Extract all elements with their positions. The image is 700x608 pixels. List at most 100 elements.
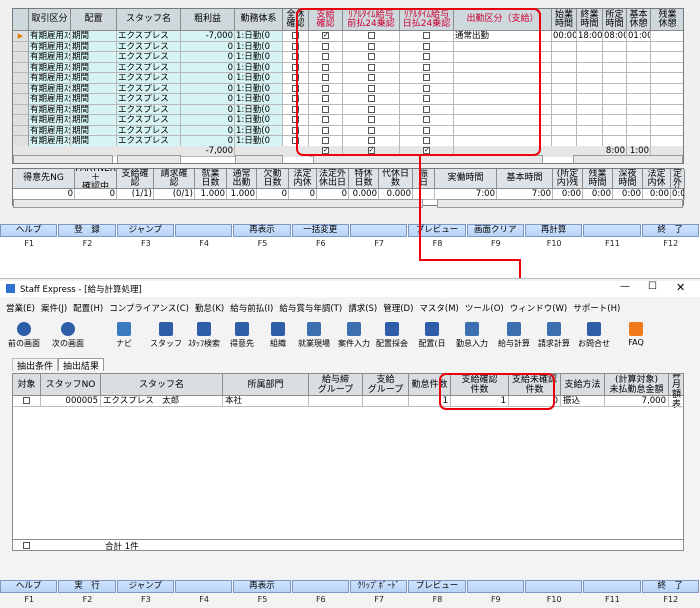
kinmu-cell[interactable]: 1:日勤(0: [235, 52, 283, 63]
pay-group-cell[interactable]: [309, 396, 363, 407]
haichi-cell[interactable]: 期間: [71, 62, 117, 73]
menu-item[interactable]: ツール(O): [465, 304, 504, 314]
kinmu-cell[interactable]: 1:日勤(0: [235, 83, 283, 94]
shotei-cell[interactable]: [603, 136, 627, 147]
minimize-icon[interactable]: —: [620, 281, 630, 292]
toolbar-button[interactable]: ナビ: [104, 322, 144, 349]
toolbar-button[interactable]: 前の画面: [4, 322, 44, 349]
toolbar-button[interactable]: 次の画面: [48, 322, 88, 349]
shotei-cell[interactable]: [603, 94, 627, 105]
shotei-cell[interactable]: [603, 73, 627, 84]
haichi-cell[interactable]: 期間: [71, 125, 117, 136]
bottom-fkey-f5-button[interactable]: 再表示: [233, 580, 291, 593]
shigyo-cell[interactable]: [552, 136, 577, 147]
torihiki-cell[interactable]: 有期雇用ｽﾀ: [29, 31, 71, 42]
zangyo-cell[interactable]: [651, 31, 683, 42]
torihiki-cell[interactable]: 有期雇用ｽﾀ: [29, 41, 71, 52]
staff-name-cell[interactable]: エクスプレス: [117, 41, 181, 52]
torihiki-cell[interactable]: 有期雇用ｽﾀ: [29, 94, 71, 105]
zangyo-cell[interactable]: [651, 63, 683, 73]
staff-name-cell[interactable]: エクスプレス: [117, 94, 181, 105]
bottom-fkey-f2-button[interactable]: 実 行: [58, 580, 116, 593]
zangyo-cell[interactable]: [651, 42, 683, 52]
staff-name-cell[interactable]: エクスプレス: [117, 62, 181, 73]
payment-group-cell[interactable]: [363, 396, 409, 407]
shotei-cell[interactable]: [603, 104, 627, 115]
shigyo-cell[interactable]: [552, 104, 577, 115]
shotei-cell[interactable]: 08:00: [603, 31, 627, 42]
bottom-fkey-f1-button[interactable]: ヘルプ: [0, 580, 58, 593]
top-fkey-f11-button[interactable]: [583, 224, 641, 237]
tab-extract-results[interactable]: 抽出結果: [58, 358, 105, 372]
top-fkey-f6-button[interactable]: 一括変更: [291, 224, 349, 237]
haichi-cell[interactable]: 期間: [71, 73, 117, 84]
arari-cell[interactable]: -7,000: [181, 31, 235, 42]
zangyo-cell[interactable]: [651, 94, 683, 105]
toolbar-button[interactable]: スタッフ: [146, 322, 186, 349]
bottom-fkey-f8-button[interactable]: プレビュー: [408, 580, 466, 593]
torihiki-cell[interactable]: 有期雇用ｽﾀ: [29, 125, 71, 136]
bottom-fkey-f11-button[interactable]: [583, 580, 641, 593]
arari-cell[interactable]: 0: [181, 41, 235, 52]
kihon-cell[interactable]: 01:00: [627, 31, 651, 42]
shugyo-cell[interactable]: [577, 125, 603, 136]
arari-cell[interactable]: 0: [181, 125, 235, 136]
zangyo-cell[interactable]: [651, 105, 683, 115]
maximize-icon[interactable]: ☐: [648, 281, 657, 292]
summary-scrollbar-left[interactable]: [13, 199, 423, 208]
bottom-fkey-f4-button[interactable]: [174, 580, 233, 593]
torihiki-cell[interactable]: 有期雇用ｽﾀ: [29, 115, 71, 126]
payment-method-cell[interactable]: 振込: [561, 396, 605, 407]
horizontal-scrollbar[interactable]: [235, 155, 283, 163]
bottom-fkey-f9-button[interactable]: [466, 580, 524, 593]
top-fkey-f12-button[interactable]: 終 了: [641, 224, 699, 237]
bottom-fkey-f3-button[interactable]: ジャンプ: [116, 580, 174, 593]
row-selector[interactable]: [13, 115, 29, 126]
row-selector[interactable]: [13, 136, 29, 147]
kinmu-cell[interactable]: 1:日勤(0: [235, 136, 283, 147]
top-fkey-f10-button[interactable]: 再計算: [524, 224, 583, 237]
shugyo-cell[interactable]: [577, 115, 603, 126]
row-selector[interactable]: [13, 125, 29, 136]
shigyo-cell[interactable]: 00:00: [552, 31, 577, 42]
menu-item[interactable]: ウィンドウ(W): [510, 304, 568, 314]
toolbar-button[interactable]: 請求計算: [534, 322, 574, 349]
toolbar-button[interactable]: 組織: [258, 322, 298, 349]
kihon-cell[interactable]: [627, 104, 651, 115]
shugyo-cell[interactable]: [577, 52, 603, 63]
arari-cell[interactable]: 0: [181, 136, 235, 147]
bottom-fkey-f12-button[interactable]: 終 了: [641, 580, 699, 593]
staff-name-cell[interactable]: エクスプレス: [117, 136, 181, 147]
menu-item[interactable]: 給与賞与年調(T): [279, 304, 342, 314]
shugyo-cell[interactable]: [577, 94, 603, 105]
shugyo-cell[interactable]: [577, 104, 603, 115]
staff-name-cell[interactable]: エクスプレス: [117, 52, 181, 63]
kihon-cell[interactable]: [627, 125, 651, 136]
top-fkey-f5-button[interactable]: 再表示: [233, 224, 291, 237]
top-fkey-f7-button[interactable]: [349, 224, 408, 237]
shugyo-cell[interactable]: [577, 136, 603, 147]
horizontal-scrollbar[interactable]: [573, 155, 683, 163]
haichi-cell[interactable]: 期間: [71, 104, 117, 115]
kinmu-cell[interactable]: 1:日勤(0: [235, 31, 283, 42]
haichi-cell[interactable]: 期間: [71, 41, 117, 52]
shigyo-cell[interactable]: [552, 83, 577, 94]
torihiki-cell[interactable]: 有期雇用ｽﾀ: [29, 73, 71, 84]
zangyo-cell[interactable]: [651, 52, 683, 63]
toolbar-button[interactable]: 勤怠入力: [452, 322, 492, 349]
haichi-cell[interactable]: 期間: [71, 136, 117, 147]
kihon-cell[interactable]: [627, 136, 651, 147]
torihiki-cell[interactable]: 有期雇用ｽﾀ: [29, 136, 71, 147]
shigyo-cell[interactable]: [552, 62, 577, 73]
shigyo-cell[interactable]: [552, 41, 577, 52]
menu-item[interactable]: 管理(D): [383, 304, 413, 314]
torihiki-cell[interactable]: 有期雇用ｽﾀ: [29, 83, 71, 94]
total-checkbox[interactable]: [23, 542, 30, 549]
arari-cell[interactable]: 0: [181, 52, 235, 63]
menu-item[interactable]: コンプライアンス(C): [109, 304, 189, 314]
kihon-cell[interactable]: [627, 62, 651, 73]
menu-item[interactable]: 案件(J): [41, 304, 67, 314]
shugyo-cell[interactable]: [577, 73, 603, 84]
toolbar-button[interactable]: 就業現場: [294, 322, 334, 349]
haichi-cell[interactable]: 期間: [71, 94, 117, 105]
